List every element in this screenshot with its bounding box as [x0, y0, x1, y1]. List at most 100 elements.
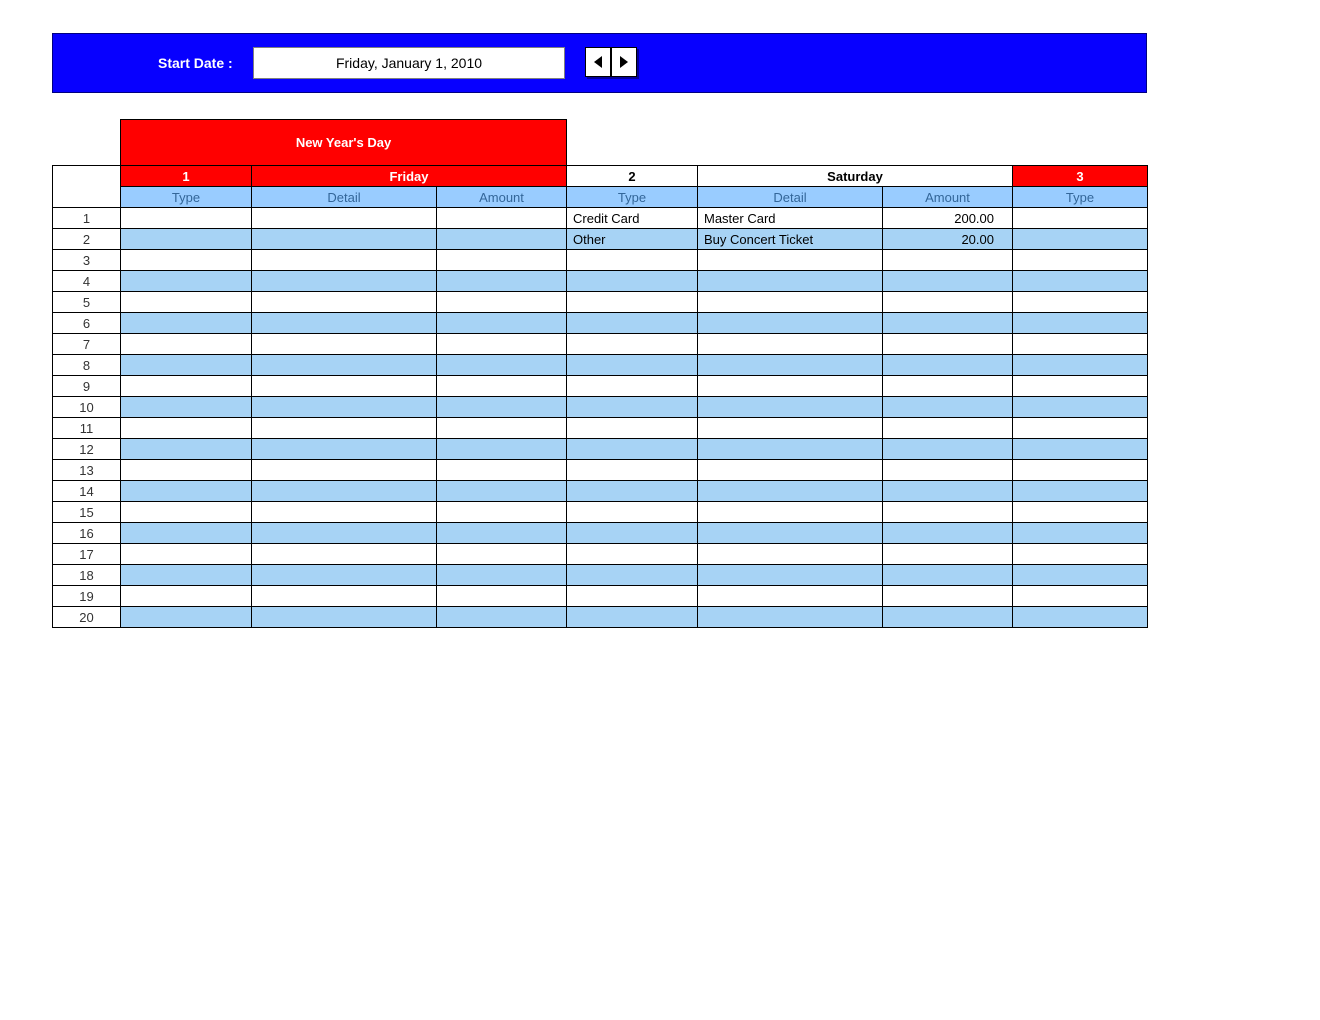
cell-type[interactable]: [1013, 502, 1148, 523]
cell-type[interactable]: [567, 292, 698, 313]
cell-amount[interactable]: [883, 544, 1013, 565]
cell-type[interactable]: [121, 208, 252, 229]
cell-amount[interactable]: [437, 502, 567, 523]
cell-type[interactable]: [121, 439, 252, 460]
cell-amount[interactable]: [437, 607, 567, 628]
cell-type[interactable]: [121, 334, 252, 355]
next-date-button[interactable]: [611, 47, 637, 77]
cell-detail[interactable]: [698, 586, 883, 607]
cell-amount[interactable]: [437, 439, 567, 460]
cell-type[interactable]: [1013, 544, 1148, 565]
cell-detail[interactable]: [252, 334, 437, 355]
cell-type[interactable]: [121, 502, 252, 523]
cell-type[interactable]: [121, 271, 252, 292]
cell-detail[interactable]: [252, 229, 437, 250]
cell-type[interactable]: [121, 544, 252, 565]
cell-type[interactable]: [567, 565, 698, 586]
cell-type[interactable]: [567, 313, 698, 334]
cell-type[interactable]: [121, 607, 252, 628]
cell-detail[interactable]: Buy Concert Ticket: [698, 229, 883, 250]
cell-amount[interactable]: [883, 523, 1013, 544]
cell-detail[interactable]: [252, 607, 437, 628]
cell-type[interactable]: [567, 334, 698, 355]
cell-type[interactable]: [567, 439, 698, 460]
cell-type[interactable]: [121, 418, 252, 439]
cell-amount[interactable]: [883, 397, 1013, 418]
cell-amount[interactable]: [437, 271, 567, 292]
cell-type[interactable]: [1013, 355, 1148, 376]
cell-type[interactable]: [1013, 292, 1148, 313]
cell-amount[interactable]: [883, 376, 1013, 397]
cell-detail[interactable]: [252, 481, 437, 502]
cell-detail[interactable]: [252, 586, 437, 607]
cell-detail[interactable]: [252, 397, 437, 418]
cell-type[interactable]: [121, 355, 252, 376]
cell-type[interactable]: [121, 460, 252, 481]
cell-type[interactable]: [121, 397, 252, 418]
cell-type[interactable]: [567, 376, 698, 397]
cell-type[interactable]: [1013, 271, 1148, 292]
cell-amount[interactable]: [883, 607, 1013, 628]
cell-type[interactable]: [1013, 313, 1148, 334]
cell-type[interactable]: [567, 460, 698, 481]
cell-type[interactable]: [567, 586, 698, 607]
cell-type[interactable]: [1013, 586, 1148, 607]
cell-amount[interactable]: [883, 481, 1013, 502]
cell-type[interactable]: [567, 481, 698, 502]
cell-detail[interactable]: [698, 460, 883, 481]
cell-type[interactable]: Other: [567, 229, 698, 250]
cell-detail[interactable]: [252, 460, 437, 481]
cell-type[interactable]: [567, 271, 698, 292]
cell-type[interactable]: [567, 544, 698, 565]
cell-detail[interactable]: [252, 208, 437, 229]
cell-amount[interactable]: [883, 292, 1013, 313]
cell-amount[interactable]: [437, 544, 567, 565]
cell-detail[interactable]: [252, 439, 437, 460]
cell-type[interactable]: [1013, 439, 1148, 460]
cell-amount[interactable]: [883, 334, 1013, 355]
cell-type[interactable]: [1013, 208, 1148, 229]
cell-amount[interactable]: [437, 376, 567, 397]
cell-type[interactable]: [121, 292, 252, 313]
cell-type[interactable]: [121, 481, 252, 502]
cell-type[interactable]: [1013, 523, 1148, 544]
cell-amount[interactable]: [437, 334, 567, 355]
cell-type[interactable]: [121, 313, 252, 334]
cell-type[interactable]: [1013, 397, 1148, 418]
cell-detail[interactable]: [698, 607, 883, 628]
cell-amount[interactable]: [883, 313, 1013, 334]
cell-detail[interactable]: [252, 271, 437, 292]
cell-type[interactable]: [1013, 460, 1148, 481]
cell-type[interactable]: [1013, 418, 1148, 439]
cell-detail[interactable]: [698, 481, 883, 502]
cell-amount[interactable]: [437, 565, 567, 586]
cell-type[interactable]: [121, 229, 252, 250]
cell-type[interactable]: [567, 418, 698, 439]
cell-amount[interactable]: [437, 586, 567, 607]
cell-detail[interactable]: [252, 502, 437, 523]
cell-detail[interactable]: [698, 397, 883, 418]
cell-amount[interactable]: [437, 460, 567, 481]
cell-detail[interactable]: [698, 313, 883, 334]
cell-detail[interactable]: [252, 355, 437, 376]
prev-date-button[interactable]: [585, 47, 611, 77]
cell-amount[interactable]: [883, 250, 1013, 271]
cell-type[interactable]: [121, 250, 252, 271]
cell-type[interactable]: [1013, 607, 1148, 628]
cell-type[interactable]: [121, 586, 252, 607]
cell-detail[interactable]: [252, 292, 437, 313]
cell-type[interactable]: [121, 523, 252, 544]
cell-type[interactable]: [121, 565, 252, 586]
cell-amount[interactable]: [883, 418, 1013, 439]
cell-type[interactable]: [1013, 334, 1148, 355]
cell-detail[interactable]: [698, 418, 883, 439]
cell-type[interactable]: [567, 607, 698, 628]
cell-detail[interactable]: [252, 565, 437, 586]
cell-amount[interactable]: [883, 460, 1013, 481]
cell-amount[interactable]: [437, 208, 567, 229]
cell-amount[interactable]: [437, 418, 567, 439]
cell-type[interactable]: [567, 397, 698, 418]
cell-type[interactable]: [567, 250, 698, 271]
start-date-field[interactable]: Friday, January 1, 2010: [253, 47, 565, 79]
cell-amount[interactable]: 20.00: [883, 229, 1013, 250]
